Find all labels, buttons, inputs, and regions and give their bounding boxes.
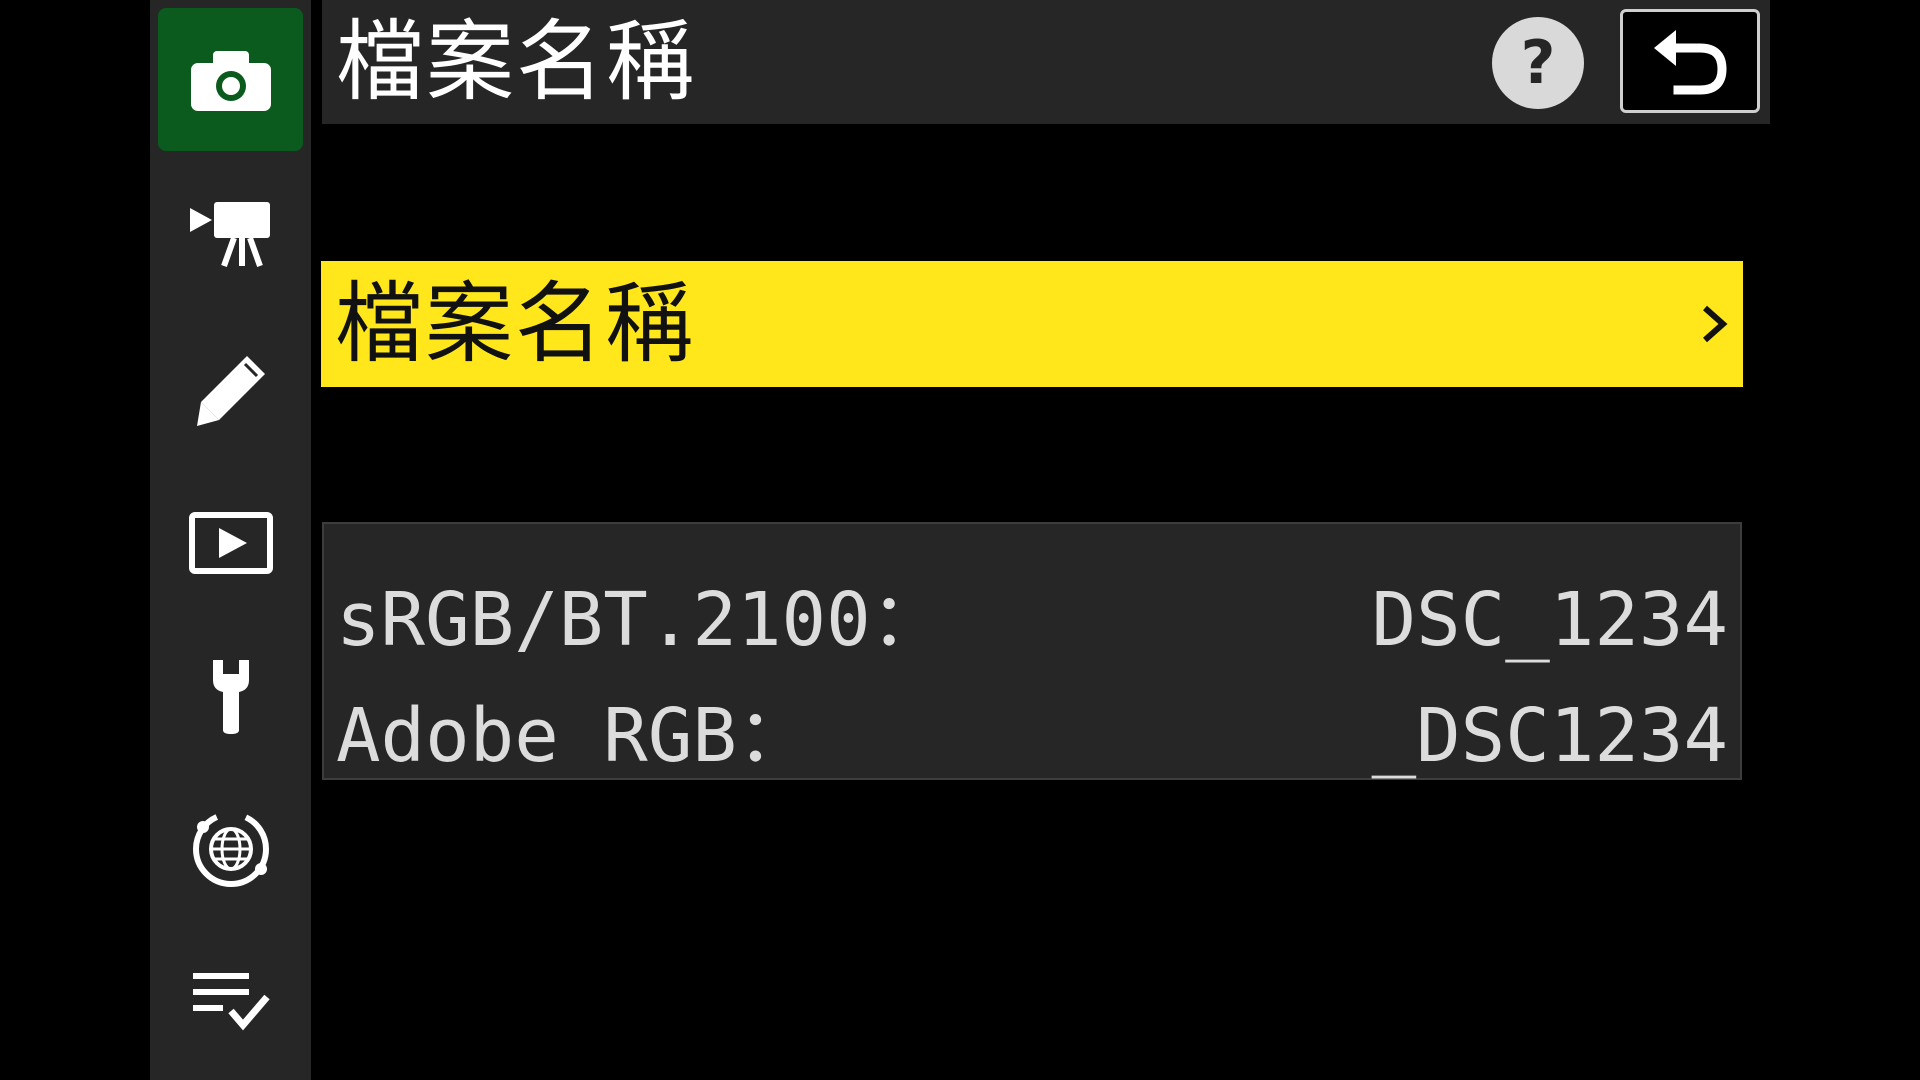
camera-icon [190,50,271,111]
return-arrow-icon [1654,30,1727,95]
menu-sidebar [150,0,311,1080]
file-name-info-panel: sRGB/BT.2100： DSC_1234 Adobe RGB： _DSC12… [322,522,1742,780]
sidebar-item-playback[interactable] [158,471,303,614]
back-button[interactable] [1620,9,1760,113]
sidebar-item-setup[interactable] [158,624,303,767]
info-row-label: Adobe RGB： [336,693,811,779]
help-button[interactable]: ? [1492,17,1584,109]
checklist-icon [192,972,270,1030]
play-icon [188,511,273,574]
page-title: 檔案名稱 [336,10,697,113]
sidebar-item-photo-shooting[interactable] [158,8,303,151]
info-row-value: _DSC1234 [1371,693,1728,779]
globe-network-icon [192,810,269,887]
info-row-srgb: sRGB/BT.2100： DSC_1234 [336,570,1728,670]
menu-header: 檔案名稱 ? [322,0,1770,124]
sidebar-item-custom-settings[interactable] [158,318,303,461]
sidebar-item-network[interactable] [158,777,303,920]
sidebar-item-video-recording[interactable] [158,163,303,306]
pencil-icon [196,355,265,426]
info-row-adobe-rgb: Adobe RGB： _DSC1234 [336,686,1728,786]
camera-menu-screen: 檔案名稱 ? 檔案名稱 sRGB/BT.2100： DSC_1234 Adobe… [0,0,1920,1080]
sidebar-item-my-menu[interactable] [158,930,303,1073]
chevron-right-icon [1703,305,1728,343]
info-row-value: DSC_1234 [1371,577,1728,663]
help-icon: ? [1520,28,1556,98]
menu-item-label: 檔案名稱 [335,272,696,375]
movie-camera-icon [189,201,270,267]
info-row-label: sRGB/BT.2100： [336,577,945,663]
wrench-icon [212,659,249,734]
menu-item-file-naming[interactable]: 檔案名稱 [321,261,1743,387]
